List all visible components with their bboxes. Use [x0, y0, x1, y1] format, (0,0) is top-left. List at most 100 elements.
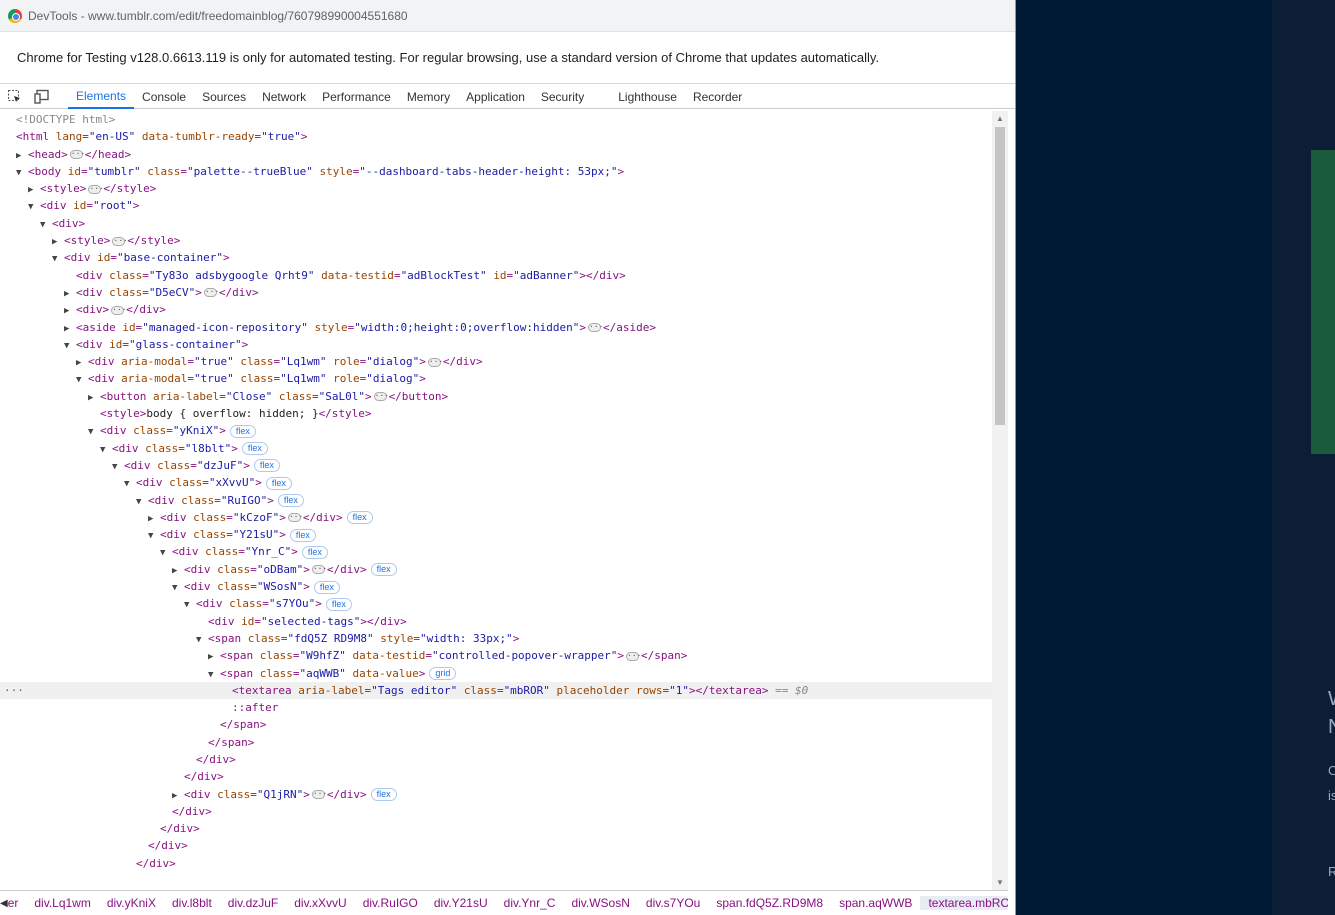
breadcrumb-item[interactable]: div.WSosN	[563, 896, 637, 910]
breadcrumb-item[interactable]: span.aqWWB	[831, 896, 920, 910]
dom-node[interactable]: <div class="Ty83o adsbygoogle Qrht9" dat…	[0, 267, 992, 284]
flex-badge[interactable]: flex	[370, 788, 397, 802]
dom-node[interactable]: ▼ <div class="Ynr_C"> flex	[0, 543, 992, 560]
collapsed-ellipsis-icon[interactable]: ···	[588, 323, 603, 333]
collapsed-ellipsis-icon[interactable]: ···	[287, 513, 303, 523]
device-toolbar-icon[interactable]	[28, 84, 56, 108]
dom-tree-scrollbar[interactable]: ▲ ▼	[992, 111, 1008, 890]
flex-badge[interactable]: flex	[253, 459, 280, 473]
dom-node[interactable]: ▼ <body id="tumblr" class="palette--trueB…	[0, 163, 992, 180]
dom-node[interactable]: ▶ <aside id="managed-icon-repository" sty…	[0, 319, 992, 336]
dom-node-selected[interactable]: <textarea aria-label="Tags editor" class…	[0, 681, 992, 700]
dom-node[interactable]: </div>	[0, 837, 992, 854]
breadcrumb-item[interactable]: div.RuIGO	[355, 896, 426, 910]
dom-node[interactable]: ▶ <div class="oDBam"> ···</div> flex	[0, 561, 992, 578]
collapsed-ellipsis-icon[interactable]: ···	[111, 305, 127, 315]
dom-node[interactable]: ▼ <div class="WSosN"> flex	[0, 578, 992, 595]
breadcrumb-item[interactable]: er	[8, 896, 27, 910]
dom-node[interactable]: </div>	[0, 855, 992, 872]
collapsed-ellipsis-icon[interactable]: ···	[373, 392, 389, 402]
collapsed-ellipsis-icon[interactable]: ···	[203, 288, 219, 298]
breadcrumb-scroll-left-icon[interactable]: ◀	[0, 898, 8, 909]
dom-node[interactable]: ▼ <div id="glass-container">	[0, 336, 992, 353]
collapsed-ellipsis-icon[interactable]: ···	[311, 565, 327, 575]
flex-badge[interactable]: flex	[325, 597, 352, 611]
dom-node[interactable]: </div>	[0, 820, 992, 837]
dom-node[interactable]: ▶ <div> ···</div>	[0, 301, 992, 318]
inspect-element-icon[interactable]	[0, 84, 28, 108]
dom-node[interactable]: ▶ <div class="D5eCV"> ···</div>	[0, 284, 992, 301]
collapsed-ellipsis-icon[interactable]: ···	[427, 357, 443, 367]
dom-node[interactable]: ▼ <div class="xXvvU"> flex	[0, 474, 992, 491]
breadcrumb-item[interactable]: div.yKniX	[99, 896, 164, 910]
dom-node[interactable]: ▶ <div class="kCzoF"> ···</div> flex	[0, 509, 992, 526]
collapsed-ellipsis-icon[interactable]: ···	[626, 651, 641, 661]
breadcrumb-item[interactable]: div.Lq1wm	[26, 896, 98, 910]
dom-node[interactable]: ▼ <div class="dzJuF"> flex	[0, 457, 992, 474]
dom-node[interactable]: </div>	[0, 751, 992, 768]
tab-memory[interactable]: Memory	[399, 84, 458, 109]
tab-recorder[interactable]: Recorder	[685, 84, 750, 109]
collapsed-ellipsis-icon[interactable]: ···	[112, 236, 128, 246]
flex-badge[interactable]: flex	[241, 442, 268, 456]
dom-tree[interactable]: <!DOCTYPE html> <html lang="en-US" data-t…	[0, 111, 992, 890]
tab-security[interactable]: Security	[533, 84, 592, 109]
dom-node[interactable]: ▼ <div class="Y21sU"> flex	[0, 526, 992, 543]
dom-node[interactable]: <!DOCTYPE html>	[0, 111, 992, 128]
dom-node[interactable]: </div>	[0, 803, 992, 820]
flex-badge[interactable]: flex	[313, 580, 340, 594]
breadcrumb-item-active[interactable]: textarea.mbROR	[920, 896, 1008, 910]
dom-node[interactable]: ▶ <div aria-modal="true" class="Lq1wm" ro…	[0, 353, 992, 370]
breadcrumb-item[interactable]: div.xXvvU	[286, 896, 354, 910]
dom-node[interactable]: ::after	[0, 699, 992, 716]
dom-node[interactable]: </span>	[0, 716, 992, 733]
tab-sources[interactable]: Sources	[194, 84, 254, 109]
tab-performance[interactable]: Performance	[314, 84, 399, 109]
scroll-down-icon[interactable]: ▼	[996, 878, 1004, 887]
flex-badge[interactable]: flex	[265, 476, 292, 490]
dom-node[interactable]: ▼ <div class="l8blt"> flex	[0, 440, 992, 457]
flex-badge[interactable]: flex	[277, 494, 304, 508]
flex-badge[interactable]: flex	[289, 528, 316, 542]
dom-node[interactable]: <style>body { overflow: hidden; }</style…	[0, 405, 992, 422]
dom-node[interactable]: ▼ <div id="root">	[0, 197, 992, 214]
collapsed-ellipsis-icon[interactable]: ···	[311, 790, 327, 800]
dom-node[interactable]: </div>	[0, 768, 992, 785]
scroll-up-icon[interactable]: ▲	[996, 114, 1004, 123]
dom-node[interactable]: ▼ <div class="s7YOu"> flex	[0, 595, 992, 612]
flex-badge[interactable]: flex	[229, 424, 256, 438]
dom-node[interactable]: ▶ <span class="W9hfZ" data-testid="contro…	[0, 647, 992, 664]
breadcrumb-item[interactable]: div.l8blt	[164, 896, 220, 910]
grid-badge[interactable]: grid	[429, 667, 457, 680]
dom-node[interactable]: ▶ <style> ···</style>	[0, 180, 992, 197]
dom-node[interactable]: ▼ <div aria-modal="true" class="Lq1wm" ro…	[0, 370, 992, 387]
dom-node[interactable]: ▼ <div>	[0, 215, 992, 232]
breadcrumb-item[interactable]: div.Ynr_C	[496, 896, 564, 910]
dom-node[interactable]: </span>	[0, 734, 992, 751]
tab-application[interactable]: Application	[458, 84, 533, 109]
flex-badge[interactable]: flex	[346, 511, 373, 525]
dom-node[interactable]: ▼ <span class="fdQ5Z RD9M8" style="width:…	[0, 630, 992, 647]
breadcrumb-item[interactable]: div.s7YOu	[638, 896, 708, 910]
collapsed-ellipsis-icon[interactable]: ···	[69, 150, 85, 160]
dom-node[interactable]: ▼ <div id="base-container">	[0, 249, 992, 266]
flex-badge[interactable]: flex	[301, 545, 328, 559]
dom-node[interactable]: <html lang="en-US" data-tumblr-ready="tr…	[0, 128, 992, 145]
dom-node[interactable]: ▼ <div class="RuIGO"> flex	[0, 492, 992, 509]
tab-lighthouse[interactable]: Lighthouse	[610, 84, 685, 109]
dom-node[interactable]: <div id="selected-tags"></div>	[0, 613, 992, 630]
tab-elements[interactable]: Elements	[68, 84, 135, 109]
breadcrumb-item[interactable]: div.Y21sU	[426, 896, 496, 910]
dom-node[interactable]: ▼ <div class="yKniX"> flex	[0, 422, 992, 439]
scrollbar-thumb[interactable]	[995, 127, 1005, 425]
dom-node[interactable]: ▶ <style> ···</style>	[0, 232, 992, 249]
breadcrumb-item[interactable]: div.dzJuF	[220, 896, 286, 910]
flex-badge[interactable]: flex	[370, 563, 397, 577]
dom-node[interactable]: ▼ <span class="aqWWB" data-value> grid	[0, 665, 992, 682]
breadcrumb-item[interactable]: span.fdQ5Z.RD9M8	[708, 896, 831, 910]
dom-node[interactable]: ▶ <button aria-label="Close" class="SaL0l…	[0, 388, 992, 405]
collapsed-ellipsis-icon[interactable]: ···	[88, 184, 104, 194]
dom-node[interactable]: ▶ <div class="Q1jRN"> ···</div> flex	[0, 786, 992, 803]
tab-network[interactable]: Network	[254, 84, 314, 109]
dom-node[interactable]: ▶ <head> ···</head>	[0, 146, 992, 163]
